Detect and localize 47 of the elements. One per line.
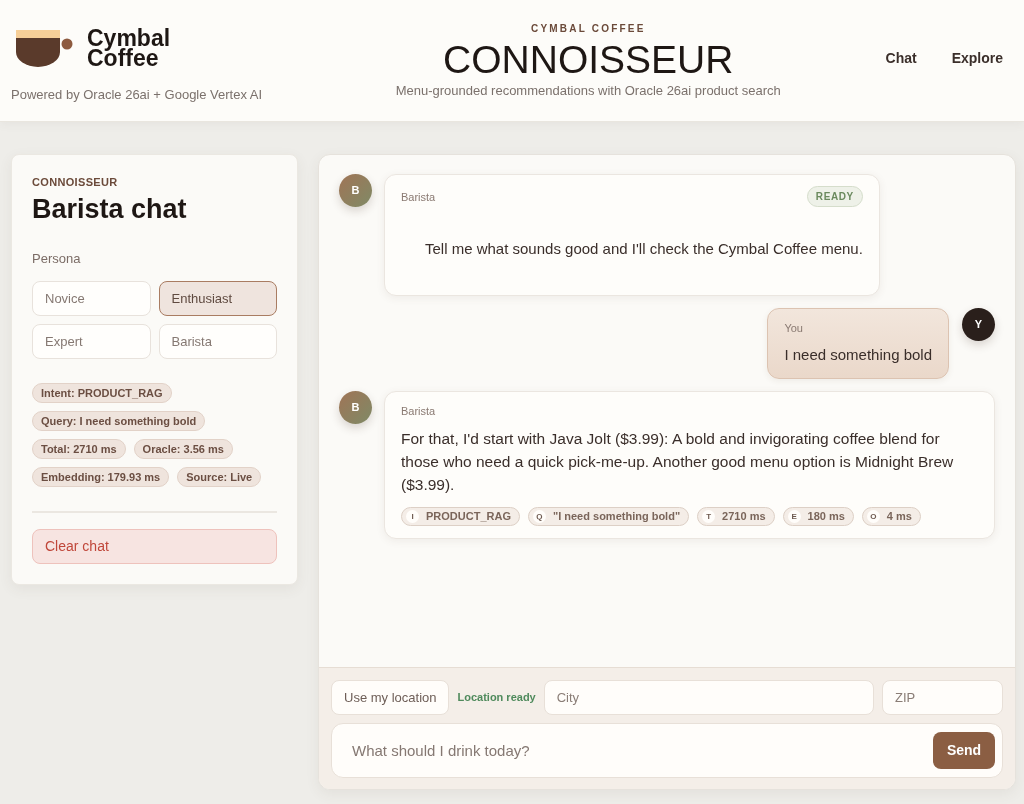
tag-initial: I (406, 510, 419, 523)
tag-value: "I need something bold" (552, 509, 681, 525)
stat-chip: Query: I need something bold (32, 411, 206, 431)
tag-initial: O (866, 510, 880, 523)
tag-value: PRODUCT_RAG (426, 509, 511, 525)
brand-name: Cymbal Coffee (87, 28, 171, 68)
tag-value: 4 ms (886, 509, 912, 525)
powered-by-text: Powered by Oracle 26ai + Google Vertex AI (11, 87, 264, 103)
nav-link[interactable]: Chat (885, 48, 917, 69)
tag-value: 180 ms (807, 509, 845, 525)
city-input[interactable]: City (543, 680, 874, 715)
persona-option[interactable]: Barista (158, 324, 277, 359)
sender-name: You (784, 321, 804, 335)
coffee-cup-logo-icon (16, 29, 73, 67)
stat-chip: Intent: PRODUCT_RAG (32, 383, 172, 403)
sidebar-title: Barista chat (32, 193, 188, 225)
location-status: Location ready (457, 690, 536, 706)
avatar: B (339, 391, 372, 424)
stat-chip: Embedding: 179.93 ms (32, 467, 170, 487)
message-text: For that, I'd start with Java Jolt ($3.99): A bold and invigorating coffee blend for those who need a quick pick-me-up. Another good menu option is Midnight Brew ($3.99). (401, 429, 955, 495)
message-text: I need something bold (784, 345, 932, 365)
persona-label: Persona (32, 250, 82, 268)
stat-chip: Source: Live (177, 467, 262, 487)
clear-chat-button[interactable]: Clear chat (32, 529, 277, 564)
persona-option[interactable]: Novice (32, 281, 151, 316)
page-subtitle: Menu-grounded recommendations with Oracle 26ai product search (395, 83, 781, 99)
sender-name: Barista (401, 404, 436, 418)
nav-link[interactable]: Explore (951, 48, 1003, 69)
status-badge: READY (806, 186, 863, 207)
tag-initial: E (787, 510, 801, 523)
zip-input[interactable]: ZIP (882, 680, 1003, 715)
sender-name: Barista (401, 189, 436, 204)
brand-eyebrow: CYMBAL COFFEE (531, 23, 646, 35)
section-eyebrow: CONNOISSEUR (32, 175, 119, 189)
send-button[interactable]: Send (933, 732, 995, 769)
persona-option[interactable]: Enthusiast (158, 281, 277, 316)
avatar: B (339, 174, 372, 207)
persona-option[interactable]: Expert (32, 324, 151, 359)
tag-initial: Q (532, 510, 546, 523)
page-title: CONNOISSEUR (443, 40, 734, 80)
avatar: Y (962, 308, 995, 341)
tag-value: 2710 ms (722, 509, 766, 525)
stat-chip: Total: 2710 ms (32, 439, 126, 459)
tag-initial: T (702, 510, 716, 523)
use-location-button[interactable]: Use my location (331, 680, 450, 715)
stat-chip: Oracle: 3.56 ms (133, 439, 233, 459)
message-text: Tell me what sounds good and I'll check the Cymbal Coffee menu. (424, 239, 863, 259)
